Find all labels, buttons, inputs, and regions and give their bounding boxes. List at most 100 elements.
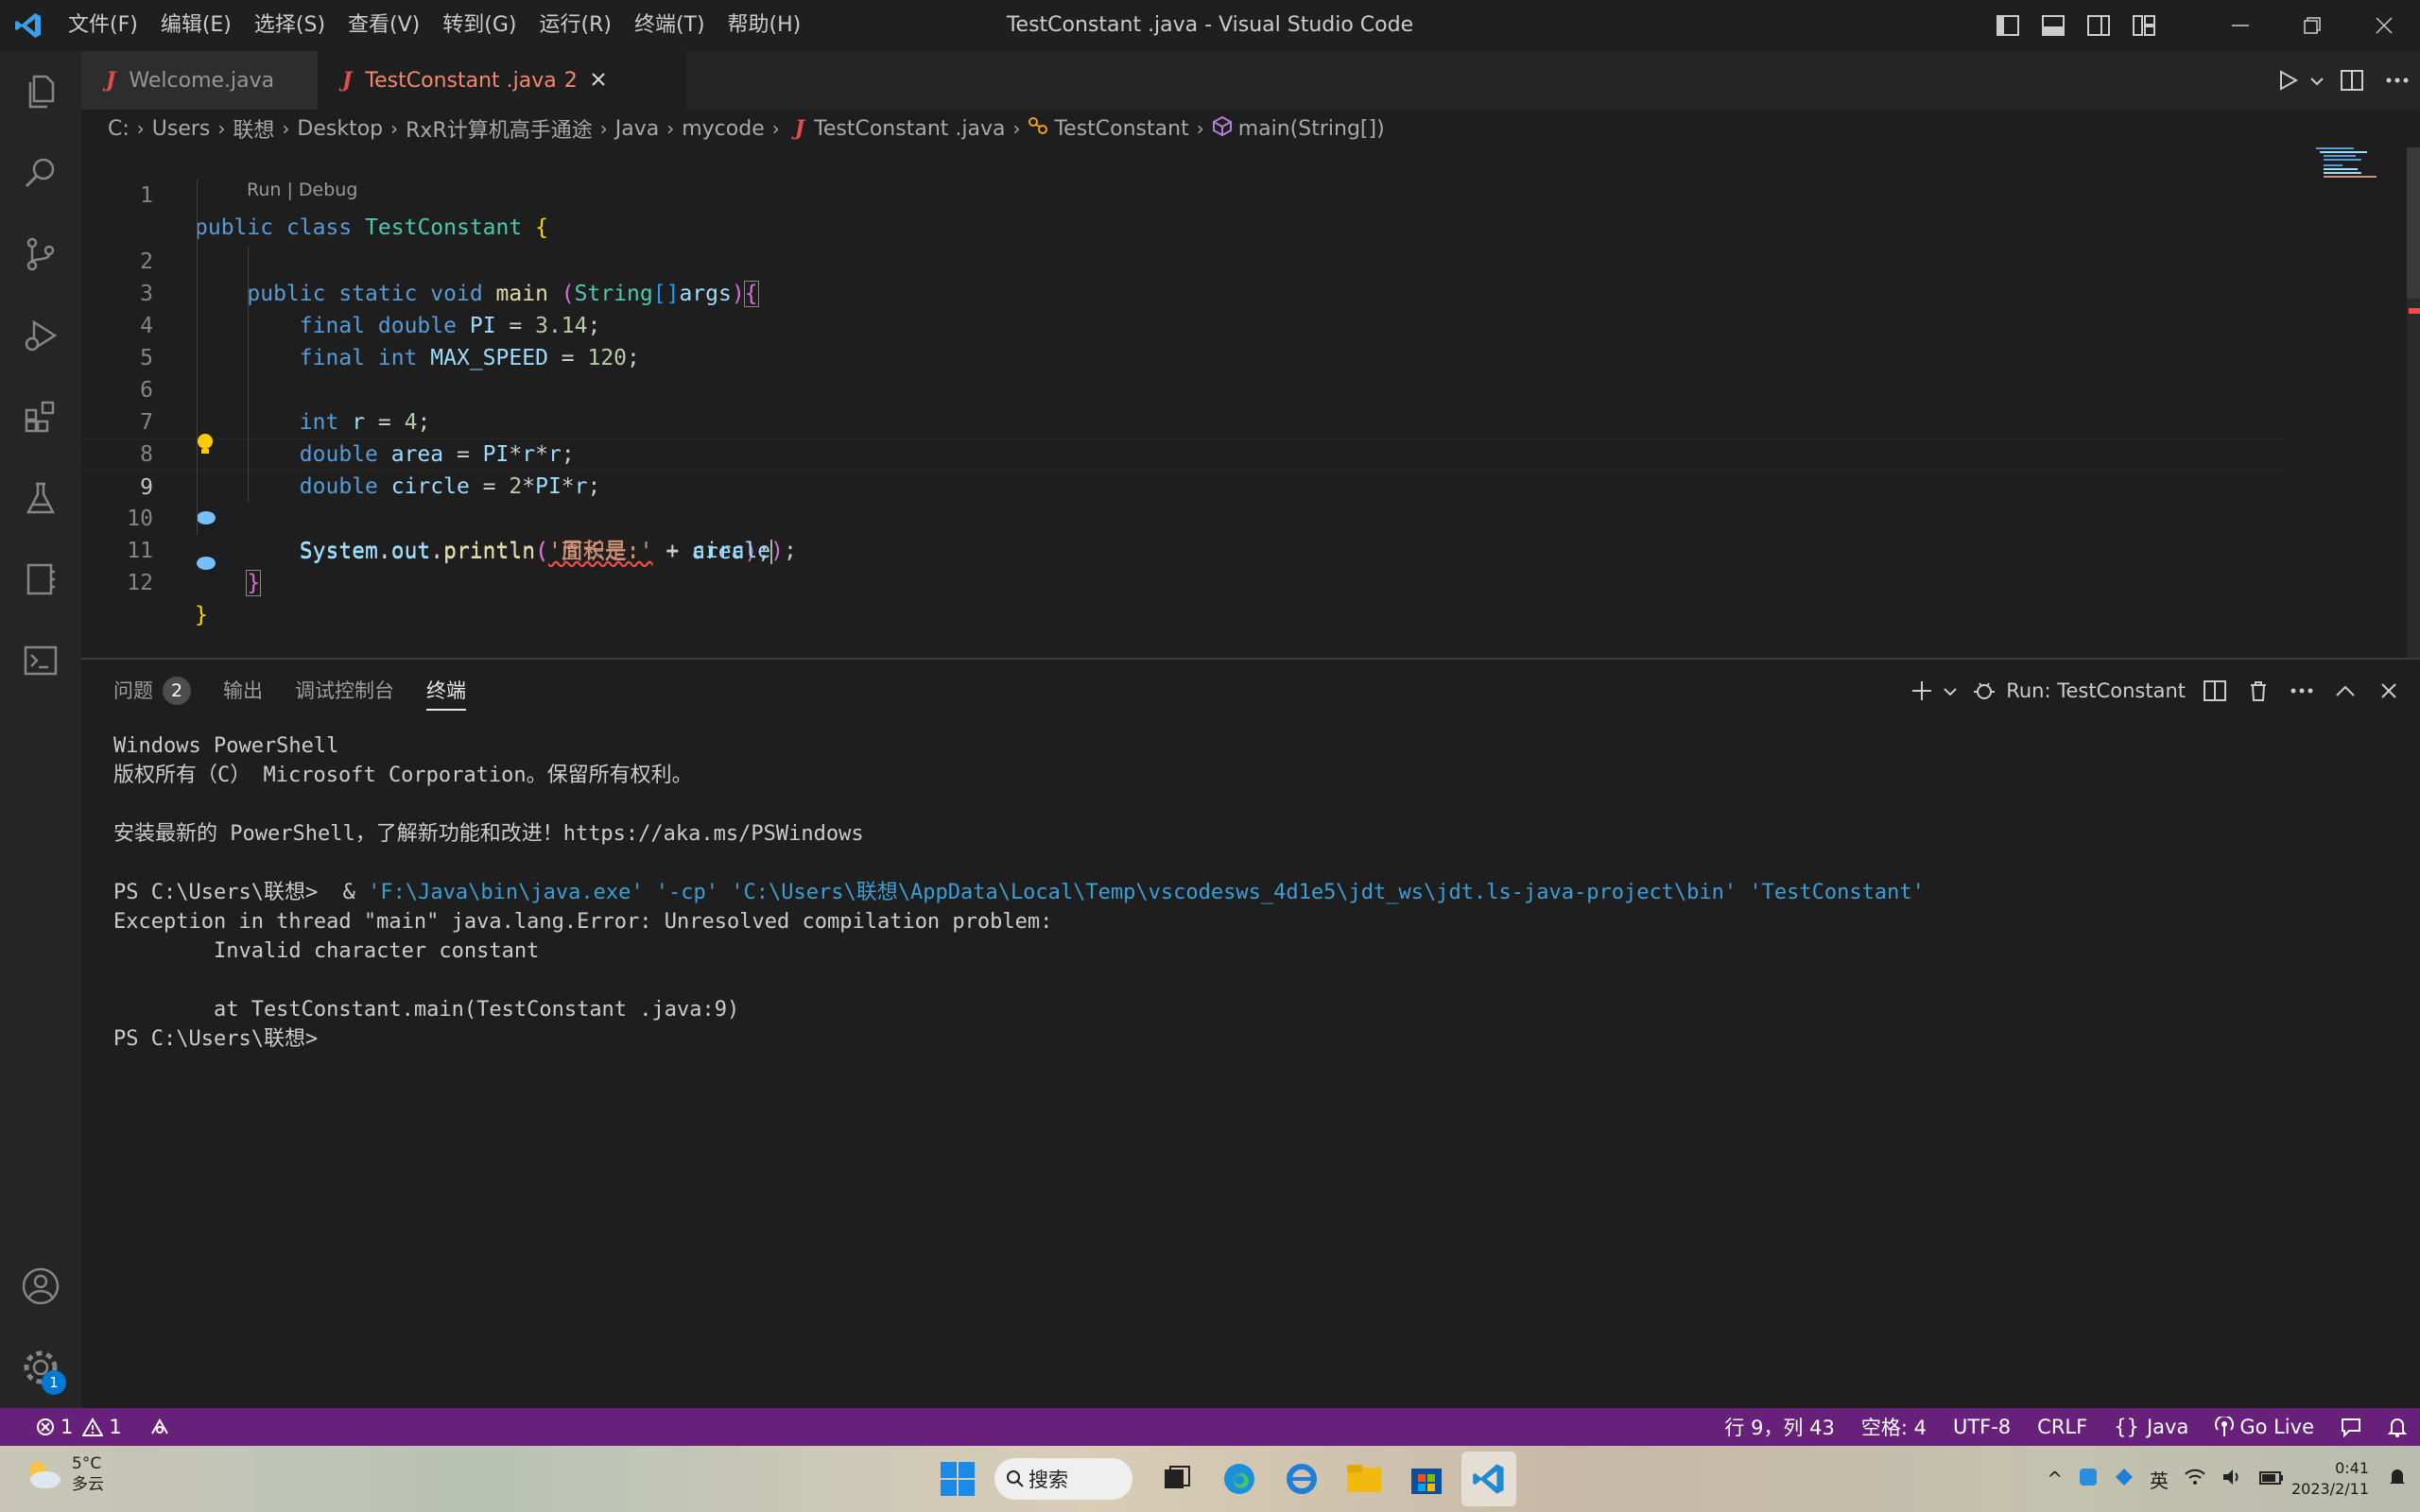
notification-center-icon[interactable] (2388, 1467, 2407, 1492)
breadcrumb-item[interactable]: C: (108, 117, 130, 141)
terminal-line: ​ (113, 849, 1925, 878)
notifications-bell-icon[interactable] (2388, 1417, 2407, 1437)
explorer-icon[interactable] (0, 51, 81, 132)
menu-terminal[interactable]: 终端(T) (623, 7, 717, 44)
more-actions-icon[interactable] (2375, 55, 2420, 106)
source-control-icon[interactable] (0, 214, 81, 295)
active-terminal-label[interactable]: Run: TestConstant (2006, 679, 2186, 702)
code-line: 2 public static void main (String[]args)… (81, 214, 2284, 307)
java-status-icon[interactable] (148, 1417, 171, 1437)
toggle-primary-sidebar-icon[interactable] (1985, 0, 2031, 51)
indent-guide (248, 246, 249, 503)
code-editor[interactable]: 1 public class TestConstant { Run | Debu… (81, 147, 2420, 658)
terminal-command-line: PS C:\Users\联想> & 'F:\Java\bin\java.exe'… (113, 878, 1925, 907)
testing-icon[interactable] (0, 457, 81, 539)
go-live-button[interactable]: Go Live (2215, 1416, 2314, 1438)
run-debug-codelens[interactable]: Run | Debug (247, 180, 357, 200)
tab-terminal[interactable]: 终端 (426, 660, 466, 722)
breadcrumb-item[interactable]: Users (152, 117, 211, 141)
breakpoint-hint-icon (197, 557, 216, 570)
breadcrumb-item[interactable]: RxR计算机高手通途 (406, 113, 593, 144)
battery-icon[interactable] (2258, 1468, 2284, 1490)
breadcrumb-item[interactable]: mycode (682, 117, 765, 141)
java-file-icon: J (794, 116, 805, 141)
minimize-icon[interactable] (2204, 0, 2276, 51)
indentation[interactable]: 空格: 4 (1861, 1413, 1927, 1441)
menu-run[interactable]: 运行(R) (527, 7, 622, 44)
restore-icon[interactable] (2276, 0, 2348, 51)
close-panel-icon[interactable] (2367, 669, 2411, 713)
taskbar-search[interactable]: 搜索 (994, 1458, 1132, 1500)
minimap[interactable] (2307, 147, 2420, 658)
new-terminal-icon[interactable] (1900, 669, 1944, 713)
cursor-position[interactable]: 行 9，列 43 (1724, 1413, 1834, 1441)
menu-go[interactable]: 转到(G) (431, 7, 527, 44)
manage-settings-icon[interactable]: 1 (0, 1327, 81, 1408)
menu-edit[interactable]: 编辑(E) (149, 7, 243, 44)
maximize-panel-icon[interactable] (2324, 669, 2367, 713)
editor-scrollbar[interactable] (2407, 147, 2420, 658)
problems-status[interactable]: 1 1 (36, 1416, 122, 1438)
terminal-output[interactable]: Windows PowerShell 版权所有（C） Microsoft Corp… (113, 731, 1925, 1054)
close-tab-icon[interactable] (591, 69, 606, 93)
breadcrumb-item[interactable]: 联想 (233, 113, 274, 144)
chevron-up-icon[interactable]: ^ (2047, 1468, 2063, 1490)
vscode-taskbar-icon[interactable] (1461, 1452, 1516, 1506)
tab-output[interactable]: 输出 (223, 660, 263, 722)
tray-app-icon[interactable] (2114, 1467, 2135, 1492)
run-debug-icon[interactable] (0, 295, 81, 376)
encoding[interactable]: UTF-8 (1953, 1416, 2011, 1438)
split-editor-icon[interactable] (2329, 55, 2375, 106)
toggle-panel-icon[interactable] (2031, 0, 2076, 51)
settings-update-badge: 1 (42, 1370, 66, 1395)
breadcrumb-item[interactable]: Desktop (297, 117, 383, 141)
security-icon[interactable] (2078, 1467, 2099, 1492)
tab-problems[interactable]: 问题 2 (113, 660, 191, 722)
split-terminal-icon[interactable] (2193, 669, 2237, 713)
vscode-logo-icon[interactable] (0, 0, 57, 51)
ie-browser-icon[interactable] (1274, 1452, 1329, 1506)
broadcast-icon (2215, 1417, 2235, 1436)
more-actions-icon[interactable] (2280, 669, 2324, 713)
tab-welcome-java[interactable]: J Welcome.java (81, 51, 318, 110)
breadcrumb-item[interactable]: TestConstant (1054, 117, 1188, 141)
menu-help[interactable]: 帮助(H) (717, 7, 813, 44)
edge-browser-icon[interactable] (1212, 1452, 1267, 1506)
terminal-view-icon[interactable] (0, 620, 81, 701)
menu-selection[interactable]: 选择(S) (243, 7, 337, 44)
chevron-down-icon[interactable] (2310, 72, 2329, 90)
system-clock[interactable]: 0:41 2023/2/11 (2291, 1458, 2369, 1500)
close-window-icon[interactable] (2348, 0, 2420, 51)
menu-view[interactable]: 查看(V) (337, 7, 431, 44)
chevron-down-icon[interactable] (1944, 682, 1962, 700)
run-java-icon[interactable] (2265, 55, 2310, 106)
microsoft-store-icon[interactable] (1399, 1452, 1454, 1506)
extensions-icon[interactable] (0, 376, 81, 457)
feedback-icon[interactable] (2341, 1417, 2361, 1437)
trash-icon[interactable] (2237, 669, 2280, 713)
language-mode[interactable]: {} Java (2114, 1416, 2188, 1438)
menu-file[interactable]: 文件(F) (57, 7, 149, 44)
editor-tab-bar: J Welcome.java J TestConstant .java 2 (81, 51, 2420, 110)
tab-label: 输出 (223, 679, 263, 702)
breadcrumb-item[interactable]: main(String[]) (1238, 117, 1385, 141)
customize-layout-icon[interactable] (2121, 0, 2167, 51)
toggle-secondary-sidebar-icon[interactable] (2076, 0, 2121, 51)
search-icon[interactable] (0, 132, 81, 214)
tab-debug-console[interactable]: 调试控制台 (295, 660, 394, 722)
tab-testconstant-java[interactable]: J TestConstant .java 2 (318, 51, 686, 110)
task-view-icon[interactable] (1150, 1452, 1204, 1506)
volume-icon[interactable] (2221, 1468, 2244, 1491)
accounts-icon[interactable] (0, 1246, 81, 1327)
wifi-icon[interactable] (2184, 1468, 2206, 1491)
end-of-line[interactable]: CRLF (2037, 1416, 2087, 1438)
java-projects-icon[interactable] (0, 539, 81, 620)
windows-start-icon[interactable] (930, 1452, 985, 1506)
breadcrumb-item[interactable]: TestConstant .java (814, 117, 1005, 141)
file-explorer-icon[interactable] (1337, 1452, 1392, 1506)
weather-widget[interactable]: 5°C 多云 (25, 1453, 104, 1495)
breadcrumb-item[interactable]: Java (615, 117, 659, 141)
method-symbol-icon (1212, 115, 1233, 142)
ime-indicator[interactable]: 英 (2150, 1466, 2169, 1493)
warning-icon (82, 1418, 104, 1436)
